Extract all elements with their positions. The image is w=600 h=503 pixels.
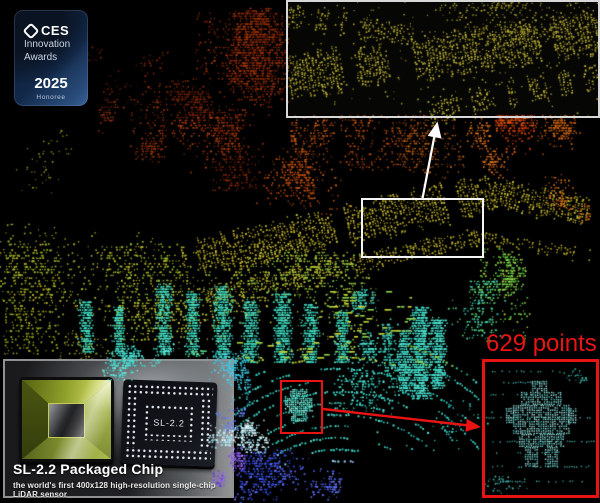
chip-photo-top [19,377,114,462]
press-image: 629 points CES Innovation Awards 2025 Ho… [0,0,600,503]
ces-award-badge: CES Innovation Awards 2025 Honoree [14,10,88,106]
pedestrian-inset-frame [482,359,599,498]
bga-dots-top [127,384,213,399]
badge-line-awards: Awards [24,52,88,64]
chip-panel-subtitle: the world's first 400x128 high-resolutio… [13,481,232,499]
chip-panel-title: SL-2.2 Packaged Chip [13,461,163,477]
chip-glare-highlight [22,380,111,459]
badge-honoree: Honoree [24,94,78,101]
highlight-rect-red [280,380,323,434]
ces-logo-row: CES [24,23,88,38]
chip-photo-bottom: SL-2.2 [121,379,218,466]
ces-logo-icon [23,22,40,39]
badge-line-innovation: Innovation [24,39,88,51]
badge-year: 2025 [24,75,78,92]
points-count-label: 629 points [486,330,597,358]
ces-logo-text: CES [41,23,69,38]
chip-package-body [22,380,111,459]
far-zoom-inset-frame [286,0,600,118]
chip-panel: SL-2.2 SL-2.2 Packaged Chip the world's … [3,359,234,498]
highlight-rect-white [361,198,484,258]
